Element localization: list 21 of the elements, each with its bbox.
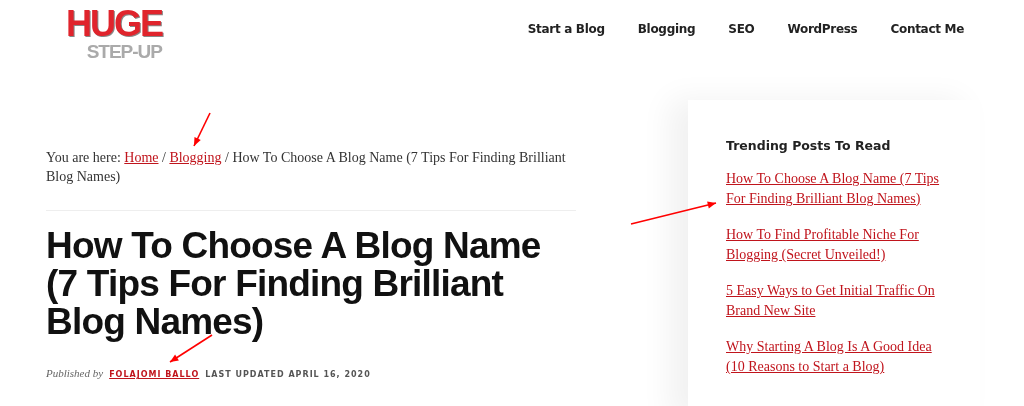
nav-link[interactable]: Start a Blog <box>527 22 605 36</box>
widget-title: Trending Posts To Read <box>726 138 892 153</box>
author-link[interactable]: FOLAJOMI BALLO <box>109 370 200 379</box>
post-link[interactable]: How To Find Profitable Niche For Blogging (Secret Unveiled!) <box>726 225 950 265</box>
breadcrumb-separator: / <box>162 150 166 165</box>
nav-link[interactable]: SEO <box>728 22 755 36</box>
last-updated: LAST UPDATED APRIL 16, 2020 <box>205 370 371 379</box>
annotation-arrow <box>193 112 211 147</box>
post-link[interactable]: Why Starting A Blog Is A Good Idea (10 Reasons to Start a Blog) <box>726 337 950 377</box>
post-link[interactable]: How To Choose A Blog Name (7 Tips For Finding Brilliant Blog Names) <box>726 169 950 209</box>
breadcrumb-link[interactable]: Home <box>124 150 159 165</box>
nav-link[interactable]: Blogging <box>637 22 696 36</box>
nav-link[interactable]: Contact Me <box>890 22 964 36</box>
nav-link[interactable]: WordPress <box>787 22 858 36</box>
published-by: Published by <box>46 367 104 379</box>
post-title: How To Choose A Blog Name (7 Tips For Finding Brilliant Blog Names) <box>46 227 542 341</box>
breadcrumb-separator: / <box>225 150 229 165</box>
post-link[interactable]: 5 Easy Ways to Get Initial Traffic On Brand New Site <box>726 281 950 321</box>
logo[interactable]: HUGE STEP-UP <box>46 6 162 62</box>
breadcrumb-link[interactable]: Blogging <box>169 150 222 165</box>
breadcrumb: You are here: Home / Blogging / How To Choose A Blog Name (7 Tips For Finding Brilliant Blog Names) <box>46 148 576 211</box>
